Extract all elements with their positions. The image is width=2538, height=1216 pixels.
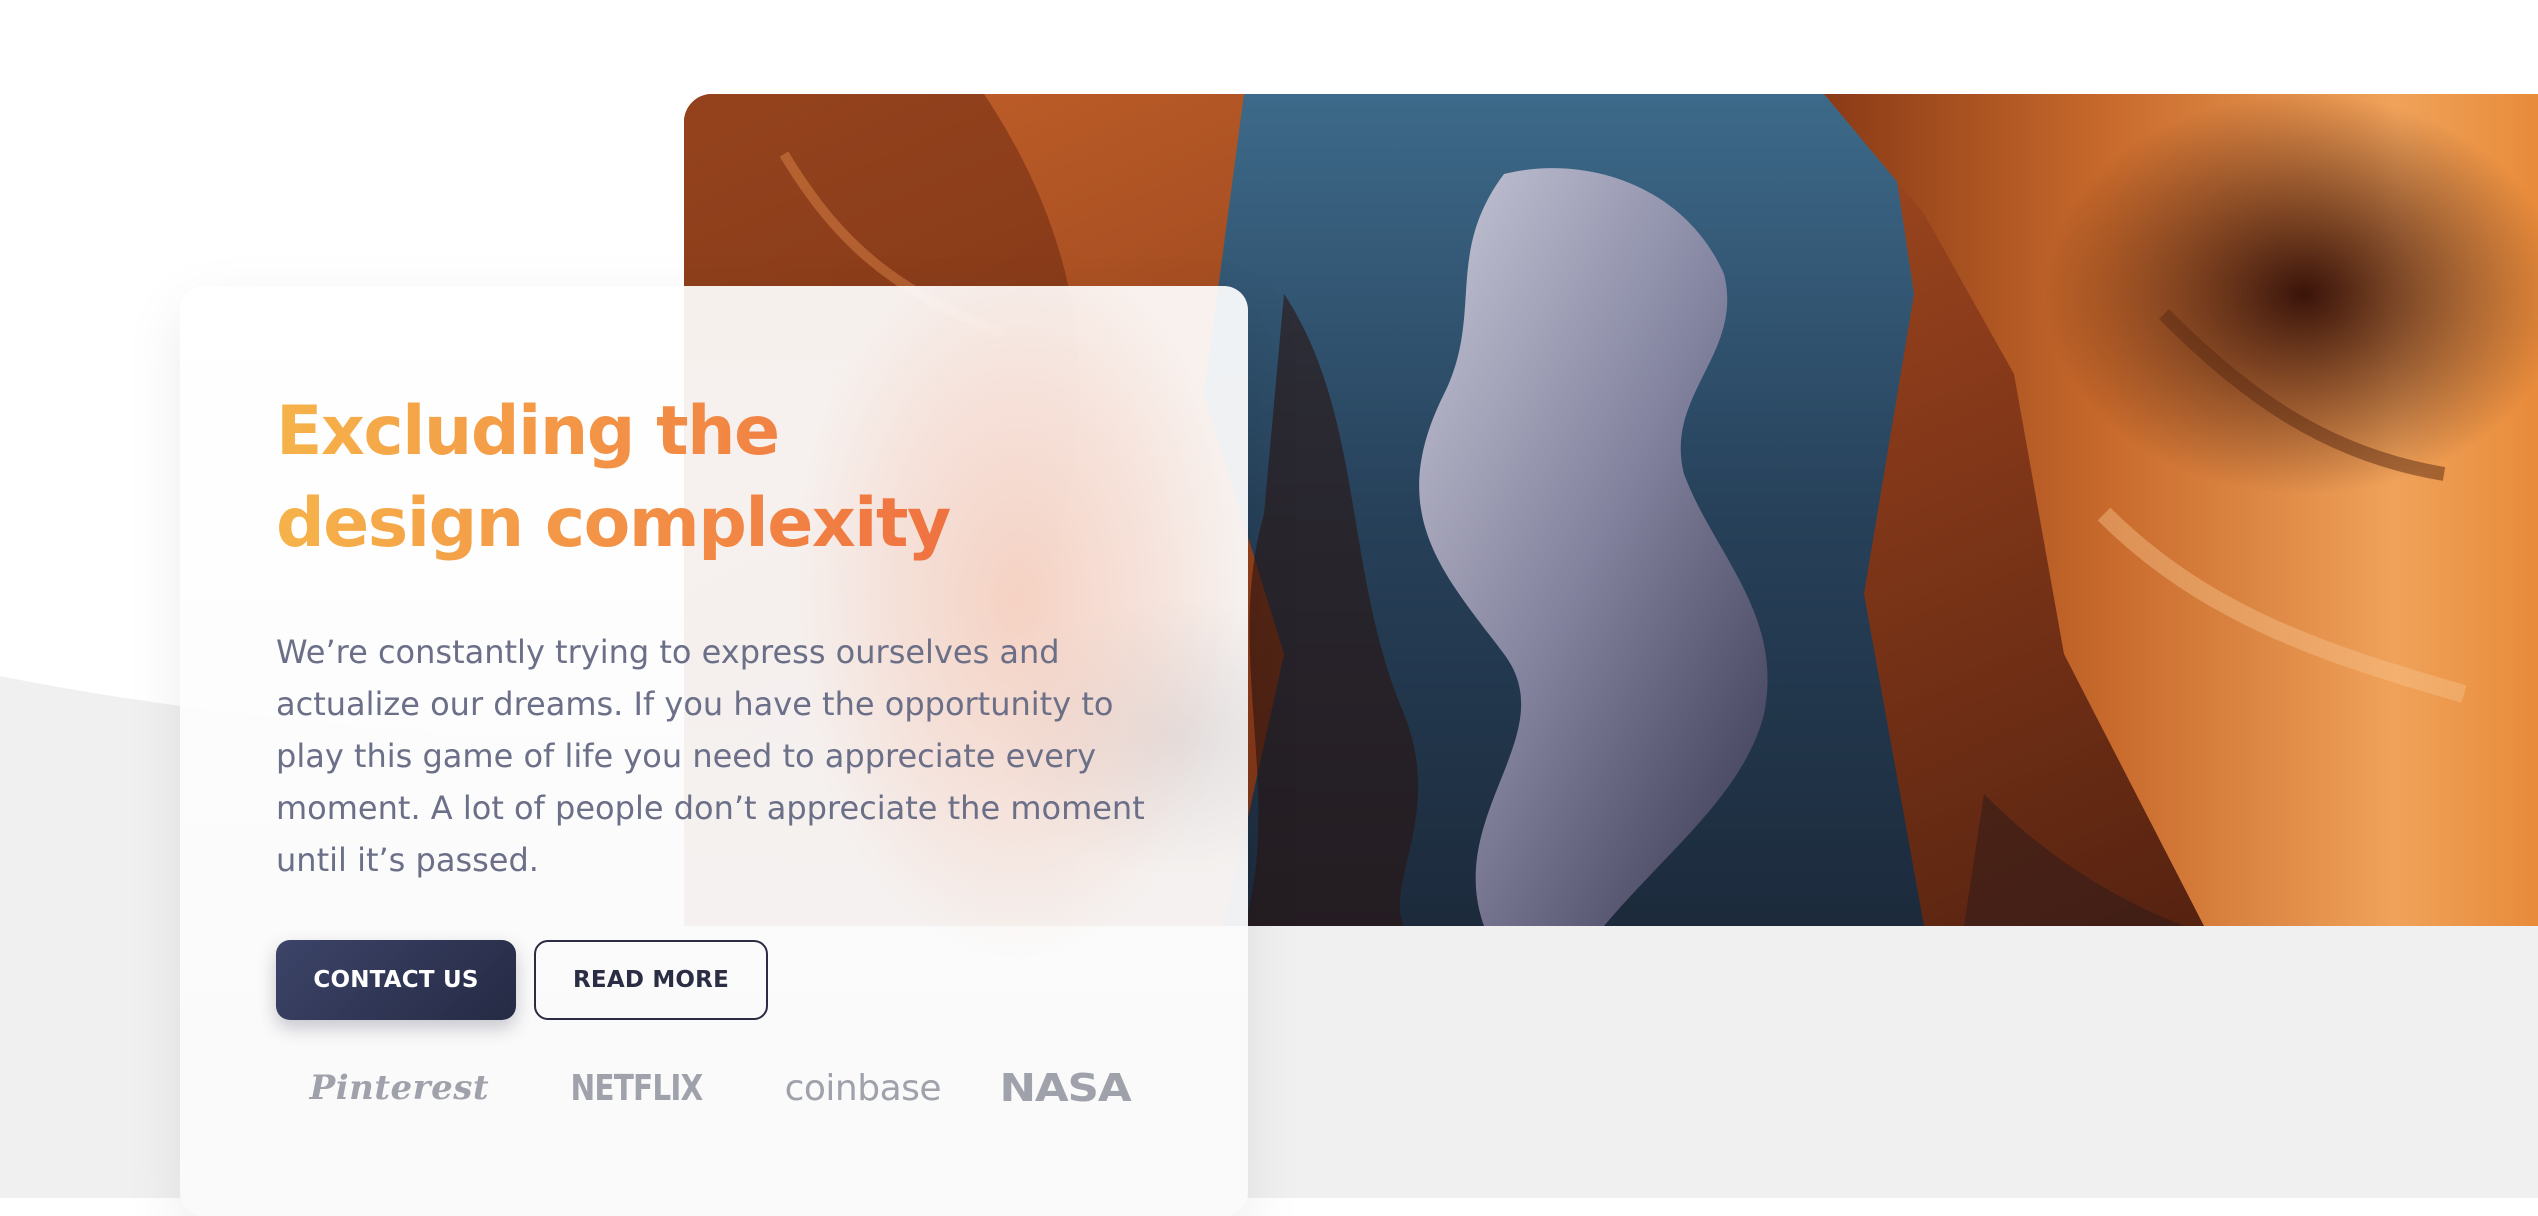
hero-title: Excluding the design complexity xyxy=(276,386,1036,570)
hero-description: We’re constantly trying to express ourse… xyxy=(276,633,1145,879)
pinterest-logo: Pinterest xyxy=(309,1068,490,1108)
hero-card: Excluding the design complexity We’re co… xyxy=(180,286,1248,1216)
partner-logos: Pinterest NETFLIX coinbase NASA xyxy=(276,1048,1156,1128)
contact-us-button[interactable]: CONTACT US xyxy=(276,940,516,1020)
netflix-logo: NETFLIX xyxy=(570,1067,704,1109)
hero-content: Excluding the design complexity We’re co… xyxy=(276,386,1176,1020)
hero-buttons: CONTACT US READ MORE xyxy=(276,940,1176,1020)
coinbase-logo: coinbase xyxy=(784,1067,942,1109)
read-more-button[interactable]: READ MORE xyxy=(534,940,768,1020)
nasa-logo: NASA xyxy=(999,1066,1132,1110)
